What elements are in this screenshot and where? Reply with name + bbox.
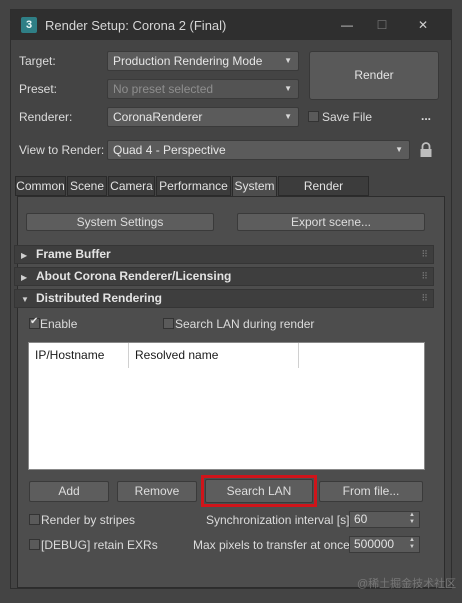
more-options-button[interactable]: ... [421, 109, 431, 123]
highlight-box [201, 475, 317, 507]
enable-label: Enable [40, 317, 78, 331]
sync-interval-label: Synchronization interval [s]: [206, 513, 353, 527]
lock-icon[interactable] [419, 141, 433, 159]
window-title: Render Setup: Corona 2 (Final) [45, 18, 227, 33]
column-ip-hostname[interactable]: IP/Hostname [29, 343, 129, 368]
spinner-arrows-icon[interactable]: ▲ ▼ [409, 537, 415, 551]
tab-system[interactable]: System [232, 176, 277, 197]
tab-render-elements[interactable]: Render Elements [278, 176, 369, 211]
remove-button[interactable]: Remove [117, 481, 197, 502]
search-lan-during-render-label: Search LAN during render [175, 317, 315, 331]
chevron-down-icon: ▼ [395, 145, 403, 154]
add-button[interactable]: Add [29, 481, 109, 502]
export-scene-button[interactable]: Export scene... [237, 213, 425, 231]
maximize-icon[interactable]: ☐ [367, 15, 397, 35]
target-value: Production Rendering Mode [113, 54, 263, 68]
preset-dropdown[interactable]: No preset selected ▼ [107, 79, 299, 99]
renderer-label: Renderer: [19, 110, 73, 124]
rollout-title: Distributed Rendering [36, 291, 163, 305]
max-pixels-label: Max pixels to transfer at once: [193, 538, 354, 552]
view-to-render-dropdown[interactable]: Quad 4 - Perspective ▼ [107, 140, 410, 160]
sync-interval-value: 60 [354, 512, 368, 526]
render-by-stripes-label: Render by stripes [41, 513, 136, 527]
renderer-value: CoronaRenderer [113, 110, 203, 124]
app-icon: 3 [21, 17, 37, 33]
max-pixels-value: 500000 [354, 537, 395, 551]
rollout-distributed-rendering[interactable]: ▼ Distributed Rendering ⠿ [14, 289, 434, 308]
spinner-arrows-icon[interactable]: ▲ ▼ [409, 512, 415, 526]
from-file-button[interactable]: From file... [319, 481, 423, 502]
save-file-checkbox[interactable] [308, 111, 319, 122]
render-button[interactable]: Render [309, 51, 439, 100]
minimize-icon[interactable]: — [332, 15, 362, 35]
target-label: Target: [19, 54, 56, 68]
chevron-down-icon: ▼ [284, 84, 292, 93]
view-to-render-value: Quad 4 - Perspective [113, 143, 226, 157]
chevron-down-icon: ▼ [284, 56, 292, 65]
sync-interval-spinner[interactable]: 60 ▲ ▼ [349, 511, 420, 528]
tab-camera[interactable]: Camera [108, 176, 155, 196]
hosts-list[interactable]: IP/Hostname Resolved name [28, 342, 425, 470]
rollout-title: Frame Buffer [36, 247, 111, 261]
enable-checkbox[interactable] [29, 316, 40, 329]
preset-label: Preset: [19, 82, 58, 96]
expand-arrow-icon: ▶ [21, 273, 28, 282]
close-icon[interactable]: ✕ [408, 15, 438, 35]
collapse-arrow-icon: ▼ [21, 295, 29, 304]
tab-common[interactable]: Common [15, 176, 66, 196]
target-dropdown[interactable]: Production Rendering Mode ▼ [107, 51, 299, 71]
expand-arrow-icon: ▶ [21, 251, 28, 260]
debug-retain-exrs-label: [DEBUG] retain EXRs [41, 538, 158, 552]
renderer-dropdown[interactable]: CoronaRenderer ▼ [107, 107, 299, 127]
preset-value: No preset selected [113, 82, 214, 96]
system-settings-button[interactable]: System Settings [26, 213, 214, 231]
view-to-render-label: View to Render: [19, 143, 105, 157]
title-bar: 3 Render Setup: Corona 2 (Final) — ☐ ✕ [11, 10, 451, 40]
watermark: @稀土掘金技术社区 [357, 578, 457, 590]
rollout-frame-buffer[interactable]: ▶ Frame Buffer ⠿ [14, 245, 434, 264]
grip-icon: ⠿ [421, 249, 428, 259]
search-lan-during-render-checkbox[interactable] [163, 318, 174, 329]
tab-scene[interactable]: Scene [67, 176, 107, 196]
rollout-about-corona[interactable]: ▶ About Corona Renderer/Licensing ⠿ [14, 267, 434, 286]
debug-retain-exrs-checkbox[interactable] [29, 539, 40, 550]
column-resolved-name[interactable]: Resolved name [129, 343, 299, 368]
rollout-title: About Corona Renderer/Licensing [36, 269, 232, 283]
max-pixels-spinner[interactable]: 500000 ▲ ▼ [349, 536, 420, 553]
tab-performance[interactable]: Performance [156, 176, 231, 196]
render-by-stripes-checkbox[interactable] [29, 514, 40, 525]
chevron-down-icon: ▼ [284, 112, 292, 121]
save-file-label: Save File [322, 110, 373, 124]
grip-icon: ⠿ [421, 293, 428, 303]
grip-icon: ⠿ [421, 271, 428, 281]
